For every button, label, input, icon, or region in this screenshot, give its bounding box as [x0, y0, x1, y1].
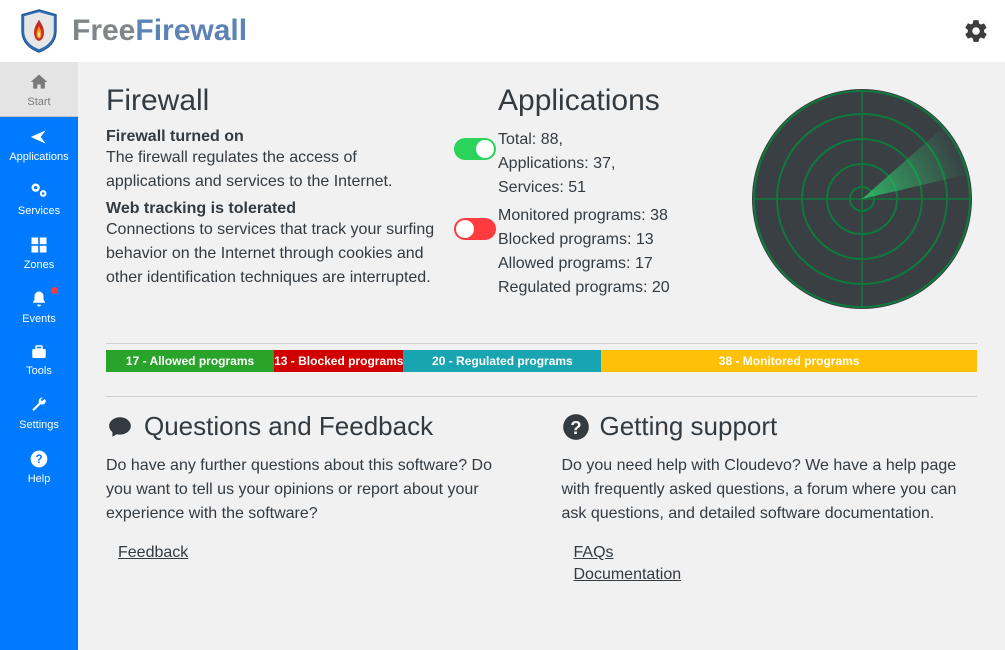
- tracking-status-desc: Connections to services that track your …: [106, 218, 436, 290]
- documentation-link[interactable]: Documentation: [574, 566, 682, 584]
- radar-icon: [747, 84, 977, 314]
- regulated-count: Regulated programs: 20: [498, 276, 728, 300]
- firewall-toggle[interactable]: [454, 138, 496, 160]
- sidebar-item-label: Tools: [26, 365, 52, 377]
- app-title: FreeFirewall: [72, 14, 247, 48]
- svg-text:?: ?: [570, 417, 581, 438]
- applications-heading: Applications: [498, 84, 728, 118]
- feedback-heading: Questions and Feedback: [106, 411, 522, 442]
- blocked-count: Blocked programs: 13: [498, 228, 728, 252]
- home-icon: [28, 72, 50, 92]
- sidebar-item-zones[interactable]: Zones: [0, 225, 78, 279]
- bell-icon: [30, 289, 48, 309]
- sidebar-item-help[interactable]: ? Help: [0, 439, 78, 493]
- gears-icon: [28, 181, 50, 201]
- sidebar: Start Applications Services Zones Events…: [0, 62, 78, 650]
- sidebar-item-label: Events: [22, 313, 56, 325]
- bar-regulated: 20 - Regulated programs: [403, 350, 601, 372]
- grid-icon: [29, 235, 49, 255]
- divider: [106, 396, 977, 397]
- bar-monitored: 38 - Monitored programs: [601, 350, 977, 372]
- sidebar-item-label: Help: [28, 473, 51, 485]
- gear-icon[interactable]: [963, 18, 989, 44]
- sidebar-item-label: Settings: [19, 419, 59, 431]
- monitored-count: Monitored programs: 38: [498, 204, 728, 228]
- sidebar-item-start[interactable]: Start: [0, 62, 78, 117]
- support-heading: ? Getting support: [562, 411, 978, 442]
- toolbox-icon: [29, 343, 49, 361]
- sidebar-item-label: Zones: [24, 259, 55, 271]
- arrow-icon: [29, 127, 49, 147]
- support-desc: Do you need help with Cloudevo? We have …: [562, 454, 978, 526]
- chat-icon: [106, 414, 134, 440]
- feedback-desc: Do have any further questions about this…: [106, 454, 522, 526]
- programs-bar: 17 - Allowed programs 13 - Blocked progr…: [106, 350, 977, 372]
- sidebar-item-label: Applications: [9, 151, 68, 163]
- app-logo-icon: [16, 8, 62, 54]
- tracking-toggle[interactable]: [454, 218, 496, 240]
- services-count: Services: 51: [498, 176, 728, 200]
- sidebar-item-applications[interactable]: Applications: [0, 117, 78, 171]
- svg-text:?: ?: [35, 453, 42, 466]
- allowed-count: Allowed programs: 17: [498, 252, 728, 276]
- sidebar-item-tools[interactable]: Tools: [0, 333, 78, 385]
- apps-count: Applications: 37,: [498, 152, 728, 176]
- sidebar-item-services[interactable]: Services: [0, 171, 78, 225]
- firewall-status-title: Firewall turned on: [106, 128, 436, 146]
- notification-dot-icon: [51, 287, 58, 294]
- firewall-status-desc: The firewall regulates the access of app…: [106, 146, 436, 194]
- sidebar-item-label: Services: [18, 205, 60, 217]
- help-icon: ?: [29, 449, 49, 469]
- divider: [106, 343, 977, 344]
- apps-total: Total: 88,: [498, 128, 728, 152]
- sidebar-item-settings[interactable]: Settings: [0, 385, 78, 439]
- wrench-icon: [30, 395, 48, 415]
- tracking-status-title: Web tracking is tolerated: [106, 200, 436, 218]
- sidebar-item-events[interactable]: Events: [0, 279, 78, 333]
- sidebar-item-label: Start: [27, 96, 50, 108]
- question-circle-icon: ?: [562, 413, 590, 441]
- firewall-heading: Firewall: [106, 84, 436, 118]
- bar-blocked: 13 - Blocked programs: [274, 350, 403, 372]
- bar-allowed: 17 - Allowed programs: [106, 350, 274, 372]
- main-content: Firewall Firewall turned on The firewall…: [78, 62, 1005, 650]
- faqs-link[interactable]: FAQs: [574, 544, 614, 562]
- feedback-link[interactable]: Feedback: [118, 544, 188, 562]
